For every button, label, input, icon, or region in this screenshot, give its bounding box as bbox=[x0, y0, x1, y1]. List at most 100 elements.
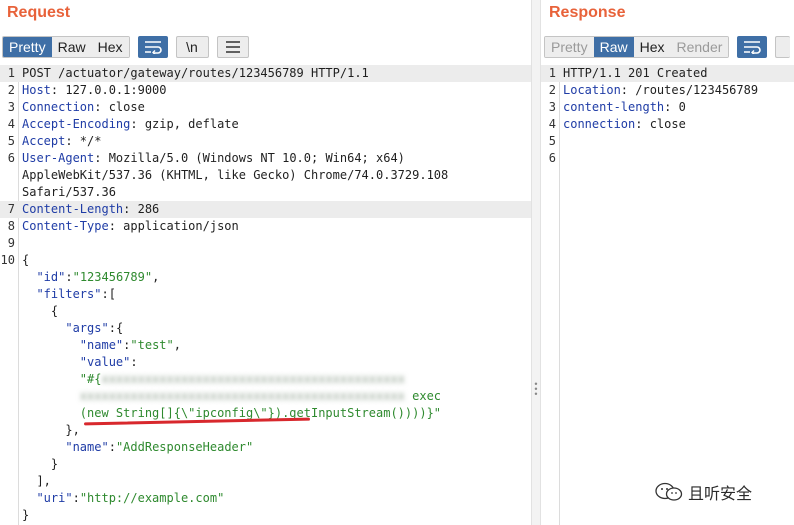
response-line-number: 1 bbox=[548, 66, 556, 80]
request-menu-button[interactable] bbox=[216, 36, 249, 58]
request-tab-pretty[interactable]: Pretty bbox=[3, 37, 52, 57]
code-text: POST /actuator/gateway/routes/123456789 … bbox=[22, 66, 369, 80]
response-title: Response bbox=[549, 4, 626, 21]
code-key: "id" bbox=[36, 270, 66, 284]
wrap-lines-icon bbox=[744, 41, 762, 54]
request-code-line: 2 Host: 127.0.0.1:9000 bbox=[0, 82, 531, 99]
response-line-number: 3 bbox=[548, 100, 556, 114]
request-code-line: }, bbox=[0, 422, 531, 439]
code-text: : /routes/123456789 bbox=[620, 83, 759, 97]
response-view-tabs: Pretty Raw Hex Render bbox=[544, 36, 730, 58]
code-key: "filters" bbox=[36, 287, 102, 301]
code-text: : bbox=[65, 270, 73, 284]
code-string: "AddResponseHeader" bbox=[115, 440, 254, 454]
redacted-text: xxxxxxxxxxxxxxxxxxxxxxxxxxxxxxxxxxxxxxxx… bbox=[101, 372, 405, 386]
response-code-line: 1 HTTP/1.1 201 Created bbox=[541, 65, 794, 82]
code-text: :[ bbox=[101, 287, 116, 301]
response-code-line: 2 Location: /routes/123456789 bbox=[541, 82, 794, 99]
code-text: ], bbox=[22, 474, 51, 488]
code-text: }, bbox=[22, 423, 80, 437]
request-tab-raw[interactable]: Raw bbox=[51, 37, 92, 57]
code-text: Safari/537.36 bbox=[22, 185, 116, 199]
request-code-line: AppleWebKit/537.36 (KHTML, like Gecko) C… bbox=[0, 167, 531, 184]
response-tab-pretty[interactable]: Pretty bbox=[545, 37, 594, 57]
code-string: "test" bbox=[130, 338, 174, 352]
request-line-number: 2 bbox=[7, 83, 15, 97]
request-code-line: xxxxxxxxxxxxxxxxxxxxxxxxxxxxxxxxxxxxxxxx… bbox=[0, 388, 531, 405]
request-code-line: 5 Accept: */* bbox=[0, 133, 531, 150]
code-key: content-length bbox=[563, 100, 665, 114]
code-text: : 127.0.0.1:9000 bbox=[50, 83, 167, 97]
response-tab-render[interactable]: Render bbox=[670, 37, 729, 57]
code-key: Connection bbox=[22, 100, 95, 114]
splitter-handle-icon[interactable]: • • • bbox=[534, 380, 538, 399]
wechat-logo-icon bbox=[655, 482, 683, 501]
request-code-line: Safari/537.36 bbox=[0, 184, 531, 201]
code-key: Accept-Encoding bbox=[22, 117, 131, 131]
code-key: "name" bbox=[79, 338, 124, 352]
request-line-number: 3 bbox=[7, 100, 15, 114]
request-toolbar: Pretty Raw Hex \n bbox=[2, 36, 249, 58]
response-tab-raw[interactable]: Raw bbox=[593, 37, 634, 57]
request-code-line: } bbox=[0, 456, 531, 473]
code-text: : application/json bbox=[108, 219, 239, 233]
request-editor[interactable]: 1 POST /actuator/gateway/routes/123456789… bbox=[0, 65, 531, 524]
request-line-number: 7 bbox=[7, 202, 15, 216]
watermark: 且听安全 bbox=[654, 480, 752, 504]
code-text: HTTP/1.1 201 Created bbox=[563, 66, 708, 80]
request-newline-button[interactable]: \n bbox=[175, 36, 209, 58]
request-line-number: 9 bbox=[7, 236, 15, 250]
request-code-line: "#{xxxxxxxxxxxxxxxxxxxxxxxxxxxxxxxxxxxxx… bbox=[0, 371, 531, 388]
request-code-line: "name":"test", bbox=[0, 337, 531, 354]
code-text: : gzip, deflate bbox=[130, 117, 239, 131]
response-line-number: 6 bbox=[548, 151, 556, 165]
request-wrap-button[interactable] bbox=[137, 36, 168, 58]
code-text: : 286 bbox=[123, 202, 160, 216]
request-code-line: { bbox=[0, 303, 531, 320]
request-code-line: 7 Content-Length: 286 bbox=[0, 201, 531, 218]
response-line-number: 2 bbox=[548, 83, 556, 97]
watermark-text: 且听安全 bbox=[688, 486, 753, 503]
code-text: , bbox=[152, 270, 160, 284]
response-code-line: 5 bbox=[541, 133, 794, 150]
request-code-line: ], bbox=[0, 473, 531, 490]
response-code-line: 4 connection: close bbox=[541, 116, 794, 133]
response-wrap-button[interactable] bbox=[737, 36, 768, 58]
code-text: :{ bbox=[108, 321, 124, 335]
hamburger-menu-icon bbox=[225, 41, 240, 53]
redacted-text: xxxxxxxxxxxxxxxxxxxxxxxxxxxxxxxxxxxxxxxx… bbox=[79, 389, 405, 403]
code-key: "args" bbox=[65, 321, 109, 335]
response-line-number: 5 bbox=[548, 134, 556, 148]
request-title: Request bbox=[7, 4, 71, 21]
response-newline-button[interactable] bbox=[775, 36, 791, 58]
code-string: exec bbox=[404, 389, 442, 403]
response-tab-hex[interactable]: Hex bbox=[633, 37, 671, 57]
code-text: : bbox=[72, 491, 80, 505]
response-toolbar: Pretty Raw Hex Render bbox=[544, 36, 791, 58]
code-key: Accept bbox=[22, 134, 66, 148]
request-code-line: 1 POST /actuator/gateway/routes/123456789… bbox=[0, 65, 531, 82]
code-text: : close bbox=[94, 100, 145, 114]
request-line-number: 10 bbox=[0, 253, 15, 267]
pane-splitter[interactable] bbox=[531, 0, 541, 525]
request-view-tabs: Pretty Raw Hex bbox=[2, 36, 130, 58]
code-key: "name" bbox=[65, 440, 109, 454]
request-code-line: 4 Accept-Encoding: gzip, deflate bbox=[0, 116, 531, 133]
request-tab-hex[interactable]: Hex bbox=[91, 37, 129, 57]
code-text: : bbox=[108, 440, 116, 454]
response-editor[interactable]: 1 HTTP/1.1 201 Created 2 Location: /routes/… bbox=[541, 65, 794, 167]
code-text: { bbox=[22, 304, 59, 318]
code-key: "value" bbox=[79, 355, 131, 369]
wrap-lines-icon bbox=[144, 41, 162, 54]
request-code-line: "args":{ bbox=[0, 320, 531, 337]
code-key: Host bbox=[22, 83, 51, 97]
request-code-line: "value": bbox=[0, 354, 531, 371]
code-text: : 0 bbox=[664, 100, 686, 114]
